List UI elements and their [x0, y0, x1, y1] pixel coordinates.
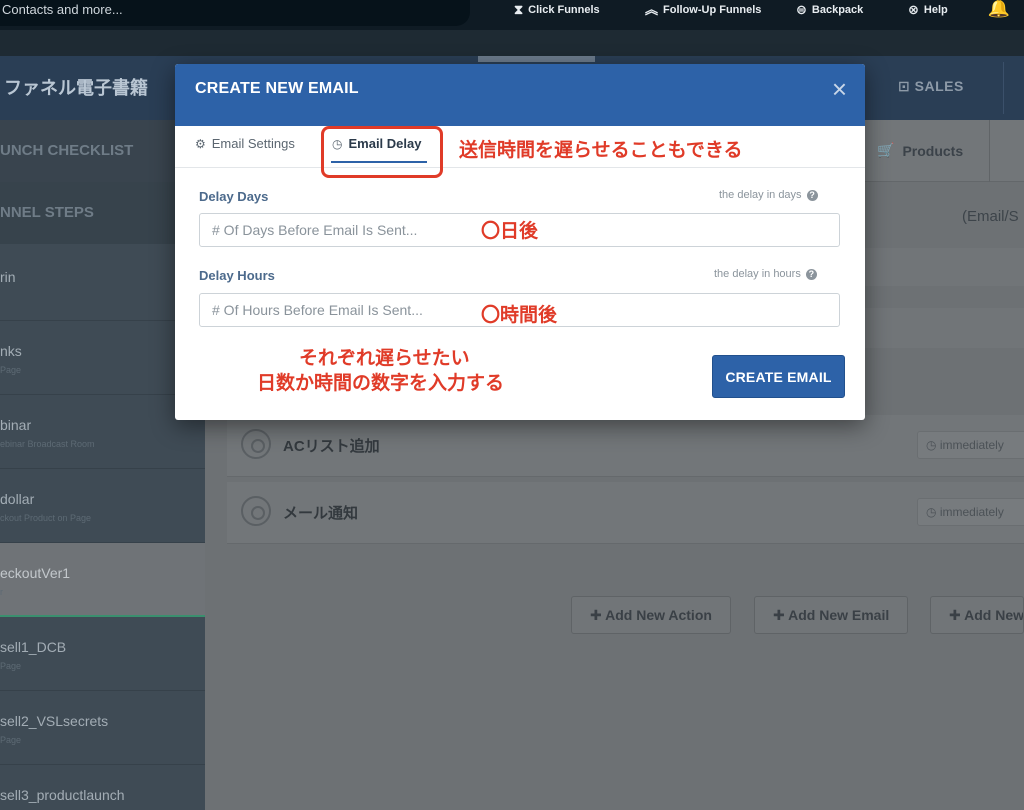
add-new-action-button[interactable]: ✚ Add New Action: [571, 596, 731, 634]
sidebar-step[interactable]: sell3_productlaunch: [0, 765, 205, 810]
sidebar-step[interactable]: sell2_VSLsecrets Page: [0, 691, 205, 765]
clock-icon: ◷: [926, 438, 937, 452]
sidebar-step[interactable]: sell1_DCB Page: [0, 617, 205, 691]
annotation-tab-note: 送信時間を遅らせることもできる: [459, 139, 743, 161]
annotation-instruction-line1: それぞれ遅らせたい: [299, 347, 470, 369]
tab-divider: [989, 120, 990, 182]
tab-email-settings[interactable]: ⚙ Email Settings: [195, 136, 295, 151]
delay-hours-label: Delay Hours: [199, 268, 275, 283]
question-icon[interactable]: ?: [805, 268, 817, 280]
delay-days-label: Delay Days: [199, 189, 269, 204]
delay-days-help: the delay in days ?: [719, 189, 818, 201]
plus-icon: ✚: [773, 607, 785, 623]
gear-icon: [241, 496, 271, 526]
funnel-title: ファネル電子書籍: [4, 78, 148, 98]
plus-icon: ✚: [590, 607, 602, 623]
clickfunnels-icon: ⧗: [514, 2, 524, 17]
clock-icon: ◷: [926, 505, 937, 519]
close-icon[interactable]: ×: [832, 76, 847, 102]
email-sms-label: (Email/S: [962, 208, 1019, 225]
nav-backpack[interactable]: ⊜ Backpack: [796, 0, 863, 20]
action-row[interactable]: メール通知 ◷ immediately: [227, 482, 1024, 544]
annotation-highlight-box: [321, 126, 443, 178]
tab-products[interactable]: 🛒 Products: [877, 142, 963, 159]
chevrons-up-icon: ︽: [645, 2, 659, 17]
sidebar-step[interactable]: dollar ckout Product on Page: [0, 469, 205, 543]
gear-icon: [241, 429, 271, 459]
annotation-hours-note: 〇時間後: [481, 304, 558, 326]
plus-icon: ✚: [949, 607, 961, 623]
nav-follow-up-funnels[interactable]: ︽ Follow-Up Funnels: [645, 0, 761, 20]
add-new-email-button[interactable]: ✚ Add New Email: [754, 596, 909, 634]
header-tab-indicator: [478, 56, 595, 62]
cash-icon: ⊡: [898, 78, 911, 94]
create-email-modal: CREATE NEW EMAIL × ⚙ Email Settings ◷ Em…: [175, 64, 865, 420]
bell-icon[interactable]: 🔔: [988, 0, 1010, 19]
backpack-icon: ⊜: [796, 2, 807, 17]
action-row[interactable]: ACリスト追加 ◷ immediately: [227, 415, 1024, 477]
top-nav: Contacts and more... ⧗ Click Funnels ︽ F…: [0, 0, 1024, 30]
tab-sales[interactable]: ⊡ SALES: [898, 78, 964, 95]
nav-help[interactable]: ⊗ Help: [908, 0, 948, 20]
cart-icon: 🛒: [877, 142, 895, 158]
gears-icon: ⚙: [195, 136, 206, 151]
nav-click-funnels[interactable]: ⧗ Click Funnels: [514, 0, 600, 20]
search-input[interactable]: Contacts and more...: [0, 0, 470, 26]
timing-badge: ◷ immediately: [917, 431, 1024, 459]
question-icon[interactable]: ?: [806, 189, 818, 201]
annotation-days-note: 〇日後: [481, 220, 539, 242]
timing-badge: ◷ immediately: [917, 498, 1024, 526]
lifebuoy-icon: ⊗: [908, 2, 919, 17]
create-email-button[interactable]: CREATE EMAIL: [712, 355, 845, 398]
modal-title: CREATE NEW EMAIL: [195, 80, 359, 97]
modal-header: CREATE NEW EMAIL ×: [175, 64, 865, 126]
header-divider: [1003, 62, 1004, 114]
sidebar-step-active[interactable]: eckoutVer1 r: [0, 543, 205, 617]
add-new-button[interactable]: ✚ Add New: [930, 596, 1024, 634]
annotation-instruction-line2: 日数か時間の数字を入力する: [257, 372, 505, 394]
delay-hours-help: the delay in hours ?: [714, 268, 817, 280]
search-text: Contacts and more...: [2, 2, 123, 17]
